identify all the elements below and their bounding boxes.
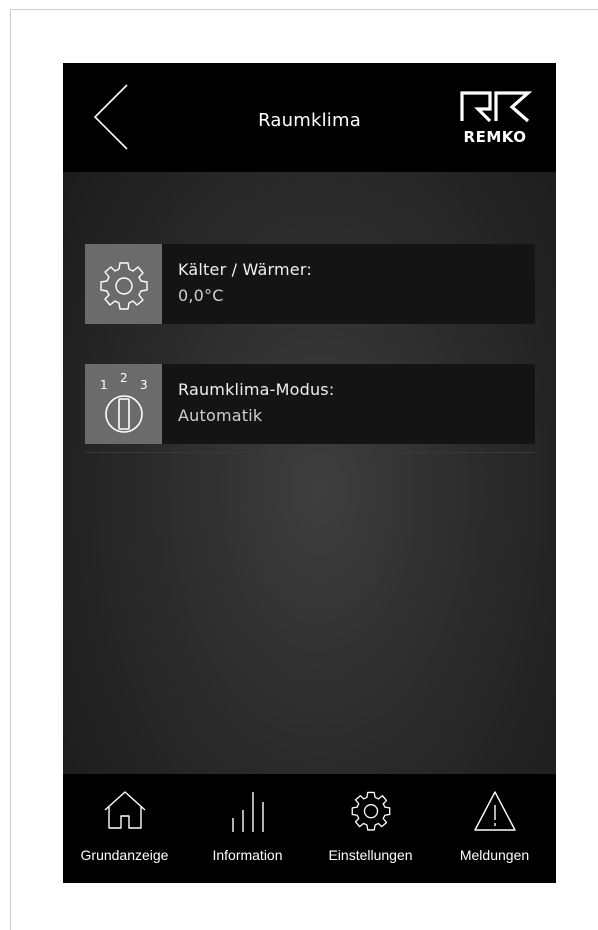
setting-card-mode[interactable]: 1 2 3 Raumklima-Modus: Automatik — [85, 364, 535, 444]
home-icon — [104, 791, 145, 829]
warning-icon — [473, 791, 516, 831]
app-screen: Raumklima REMKO Kälter / Wärmer: 0,0°C 1… — [63, 63, 556, 883]
card-label: Kälter / Wärmer: — [178, 260, 312, 279]
nav-label: Meldungen — [459, 847, 530, 863]
nav-label: Einstellungen — [328, 847, 413, 863]
header-bar: Raumklima REMKO — [63, 63, 556, 172]
bars-icon — [231, 792, 264, 832]
mode-digit-2: 2 — [120, 371, 128, 385]
mode-digit-1: 1 — [100, 378, 108, 392]
nav-item-einstellungen[interactable]: Einstellungen — [309, 774, 432, 883]
card-value: Automatik — [178, 406, 263, 425]
mode-selector-icon: 1 2 3 — [100, 371, 148, 433]
card-value: 0,0°C — [178, 286, 224, 305]
list-separator — [85, 452, 535, 453]
nav-label: Information — [212, 847, 283, 863]
bottom-navigation: Grundanzeige Information Einstellungen M… — [63, 774, 556, 883]
card-icon-box — [85, 244, 162, 324]
frame-border-top — [10, 9, 598, 10]
setting-card-temperature[interactable]: Kälter / Wärmer: 0,0°C — [85, 244, 535, 324]
card-label: Raumklima-Modus: — [178, 380, 335, 399]
card-icon-box: 1 2 3 — [85, 364, 162, 444]
svg-text:REMKO: REMKO — [464, 128, 527, 146]
nav-item-information[interactable]: Information — [186, 774, 309, 883]
gear-icon — [351, 791, 390, 831]
frame-border-left — [10, 9, 11, 930]
nav-item-meldungen[interactable]: Meldungen — [433, 774, 556, 883]
gear-icon — [99, 262, 148, 310]
nav-item-grundanzeige[interactable]: Grundanzeige — [63, 774, 186, 883]
mode-digit-3: 3 — [140, 378, 148, 392]
remko-logo: REMKO — [458, 87, 533, 147]
remko-logo-icon: REMKO — [460, 91, 533, 146]
